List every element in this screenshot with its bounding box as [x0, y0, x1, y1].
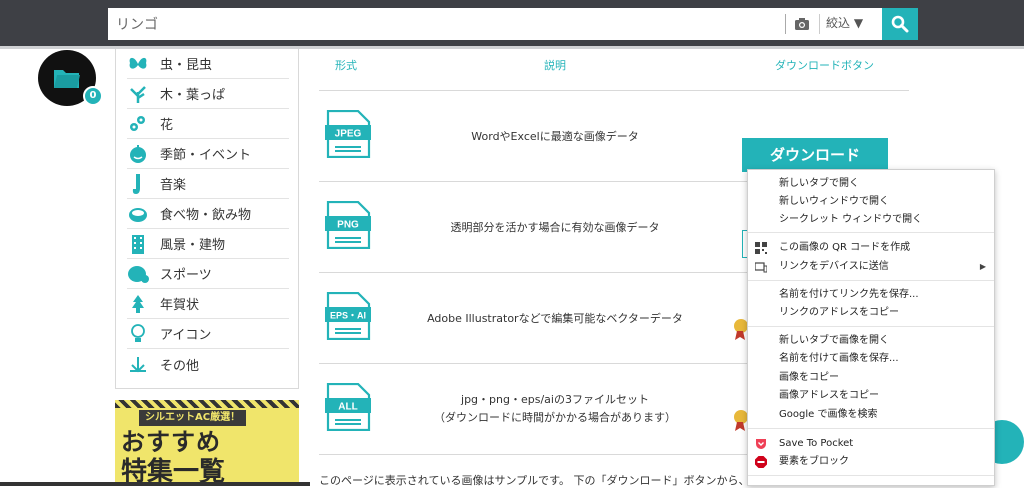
format-label: PNG	[337, 220, 359, 231]
lightbulb-icon	[127, 323, 149, 345]
download-button[interactable]: ダウンロード	[742, 138, 888, 172]
banner-stripe	[115, 400, 299, 408]
pumpkin-icon	[127, 143, 149, 165]
column-header-description: 説明	[544, 59, 566, 72]
menu-item-copy-link[interactable]: リンクのアドレスをコピー	[748, 304, 994, 322]
sidebar-item-label: 木・葉っぱ	[160, 88, 226, 103]
menu-separator	[748, 280, 994, 281]
sidebar-item-other[interactable]: その他	[127, 349, 289, 379]
row-description: 透明部分を活かす場合に有効な画像データ	[450, 221, 660, 234]
menu-separator	[748, 475, 994, 476]
menu-item-label: この画像の QR コードを作成	[779, 242, 911, 253]
menu-item-copy-image[interactable]: 画像をコピー	[748, 369, 994, 387]
adblock-icon	[755, 456, 767, 468]
sidebar-item-label: 音楽	[160, 178, 187, 193]
sidebar-item-label: アイコン	[160, 328, 212, 343]
medal-icon	[734, 319, 748, 340]
food-icon	[127, 203, 149, 225]
horizontal-scrollbar[interactable]	[0, 482, 310, 486]
sidebar-item-flowers[interactable]: 花	[127, 109, 289, 139]
format-label: ALL	[338, 402, 357, 413]
sidebar-item-trees[interactable]: 木・葉っぱ	[127, 79, 289, 109]
row-description-note: （ダウンロードに時間がかかる場合があります）	[434, 411, 676, 424]
context-menu: 新しいタブで開く 新しいウィンドウで開く シークレット ウィンドウで開く この画…	[747, 169, 995, 486]
jpeg-file-icon: JPEG	[325, 110, 371, 158]
sidebar-item-label: 食べ物・飲み物	[160, 208, 252, 223]
sidebar-item-new-year[interactable]: 年賀状	[127, 289, 289, 319]
folder-count-badge: 0	[83, 86, 103, 106]
banner-title: おすすめ	[121, 428, 221, 456]
menu-separator	[748, 326, 994, 327]
flower-icon	[127, 113, 149, 135]
device-icon	[755, 262, 767, 273]
menu-item-qr-code[interactable]: この画像の QR コードを作成	[748, 239, 994, 257]
search-divider	[785, 14, 786, 34]
row-description: jpg・png・eps/aiの3ファイルセット	[461, 393, 649, 406]
search-icon	[891, 15, 909, 33]
menu-item-open-image-new-tab[interactable]: 新しいタブで画像を開く	[748, 332, 994, 350]
sidebar-item-label: 年賀状	[160, 298, 200, 313]
search-divider	[819, 14, 820, 34]
menu-item-save-link-as[interactable]: 名前を付けてリンク先を保存...	[748, 286, 994, 304]
png-file-icon: PNG	[325, 201, 371, 249]
sidebar-item-insects[interactable]: 虫・昆虫	[127, 49, 289, 79]
format-label: JPEG	[335, 129, 362, 140]
camera-icon[interactable]	[792, 12, 812, 36]
filter-dropdown[interactable]: 絞込 ▼	[826, 12, 876, 34]
pocket-icon	[756, 439, 766, 449]
banner-tag: シルエットAC厳選！	[139, 410, 247, 426]
all-files-icon: ALL	[325, 383, 371, 431]
menu-item-block-element[interactable]: 要素をブロック	[748, 453, 994, 471]
row-description: Adobe Illustratorなどで編集可能なベクターデータ	[427, 312, 683, 325]
search-button[interactable]	[882, 8, 918, 40]
building-icon	[127, 233, 149, 255]
column-header-format: 形式	[335, 59, 357, 72]
format-label: EPS・AI	[330, 311, 366, 321]
menu-item-open-new-tab[interactable]: 新しいタブで開く	[748, 175, 994, 193]
sidebar-item-label: 花	[160, 118, 174, 133]
row-description: WordやExcelに最適な画像データ	[471, 130, 639, 143]
sidebar-item-food[interactable]: 食べ物・飲み物	[127, 199, 289, 229]
eps-ai-file-icon: EPS・AI	[325, 292, 371, 340]
sports-icon	[127, 263, 149, 285]
sidebar-item-label: 季節・イベント	[160, 148, 252, 163]
submenu-arrow-icon: ▶	[979, 262, 986, 271]
menu-item-send-to-device[interactable]: リンクをデバイスに送信 ▶	[748, 258, 994, 276]
qr-code-icon	[755, 242, 767, 254]
menu-item-save-to-pocket[interactable]: Save To Pocket	[748, 435, 994, 453]
menu-separator	[748, 428, 994, 429]
sidebar-item-label: スポーツ	[160, 268, 212, 283]
menu-item-search-image-google[interactable]: Google で画像を検索	[748, 406, 994, 424]
sidebar-item-scenery[interactable]: 風景・建物	[127, 229, 289, 259]
category-sidebar: 虫・昆虫 木・葉っぱ 花 季節・イベント 音楽 食べ物・飲み物 風景・建物 スポ…	[115, 49, 299, 389]
menu-item-label: Save To Pocket	[779, 438, 854, 449]
menu-item-copy-image-address[interactable]: 画像アドレスをコピー	[748, 387, 994, 405]
menu-separator	[748, 232, 994, 233]
new-year-icon	[127, 293, 149, 315]
saxophone-icon	[127, 173, 149, 195]
folder-icon	[54, 70, 80, 88]
menu-item-label: リンクをデバイスに送信	[779, 261, 889, 272]
sidebar-item-seasons[interactable]: 季節・イベント	[127, 139, 289, 169]
search-input[interactable]	[108, 8, 782, 40]
sidebar-item-label: 風景・建物	[160, 238, 226, 253]
butterfly-icon	[127, 53, 149, 75]
menu-item-save-image-as[interactable]: 名前を付けて画像を保存...	[748, 350, 994, 368]
leaf-icon	[127, 83, 149, 105]
sidebar-item-label: その他	[160, 358, 200, 374]
menu-item-open-new-window[interactable]: 新しいウィンドウで開く	[748, 193, 994, 211]
sidebar-item-icons[interactable]: アイコン	[127, 319, 289, 349]
menu-item-label: 要素をブロック	[779, 456, 849, 467]
medal-icon	[734, 410, 748, 431]
sidebar-item-music[interactable]: 音楽	[127, 169, 289, 199]
menu-item-open-incognito[interactable]: シークレット ウィンドウで開く	[748, 211, 994, 229]
column-header-download: ダウンロードボタン	[775, 59, 874, 72]
sidebar-item-sports[interactable]: スポーツ	[127, 259, 289, 289]
table-divider	[319, 90, 909, 91]
sidebar-item-label: 虫・昆虫	[160, 58, 213, 73]
other-icon	[127, 353, 149, 375]
featured-banner[interactable]: シルエットAC厳選！ おすすめ 特集一覧	[115, 400, 299, 486]
